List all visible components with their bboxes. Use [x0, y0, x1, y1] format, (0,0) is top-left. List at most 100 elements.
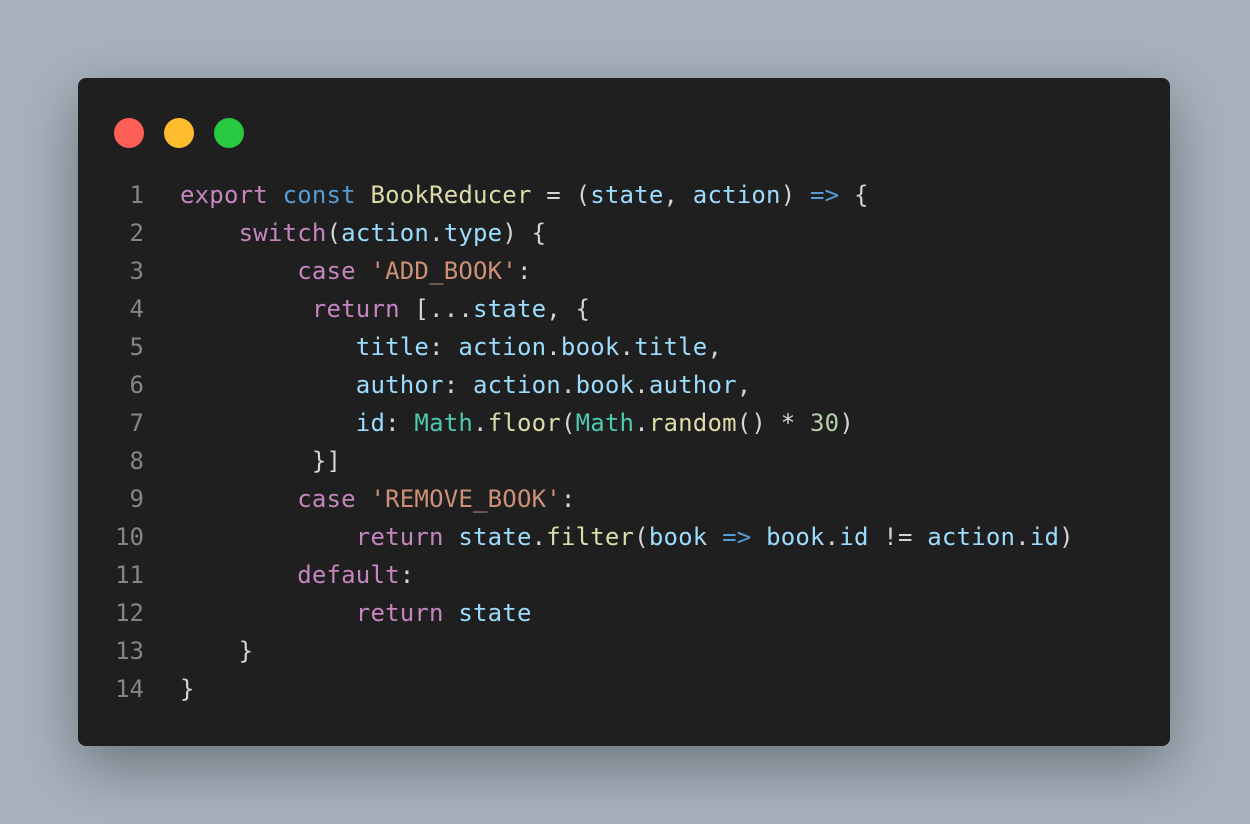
line-number: 14: [115, 675, 144, 703]
code-line: 8 }]: [78, 442, 1170, 480]
code-token: :: [443, 371, 474, 399]
code-token: book: [575, 371, 635, 399]
code-line: 13 }: [78, 632, 1170, 670]
code-token: ): [839, 409, 854, 437]
code-token: state: [458, 523, 532, 551]
minimize-icon[interactable]: [164, 118, 194, 148]
code-token: .: [546, 333, 561, 361]
code-token: author: [648, 371, 737, 399]
maximize-icon[interactable]: [214, 118, 244, 148]
code-line: 1 export const BookReducer = (state, acti…: [78, 176, 1170, 214]
code-token: title: [634, 333, 708, 361]
code-token: ): [1059, 523, 1074, 551]
line-number: 1: [129, 181, 144, 209]
code-token: case: [297, 257, 356, 285]
code-text: default:: [180, 556, 414, 594]
code-token: return: [355, 523, 444, 551]
code-token: default: [297, 561, 400, 589]
code-token: state: [458, 599, 532, 627]
code-token: (: [560, 409, 576, 437]
code-token: action: [341, 219, 430, 247]
close-icon[interactable]: [114, 118, 144, 148]
code-line: 2 switch(action.type) {: [78, 214, 1170, 252]
line-number: 9: [129, 485, 144, 513]
code-text: }]: [180, 442, 341, 480]
code-token: Math: [575, 409, 635, 437]
code-token: :: [385, 409, 415, 437]
code-text: export const BookReducer = (state, actio…: [180, 176, 869, 214]
code-token: state: [590, 181, 664, 209]
code-text: case 'ADD_BOOK':: [180, 252, 532, 290]
code-token: book: [766, 523, 825, 551]
line-number: 5: [129, 333, 144, 361]
code-token: action: [458, 333, 547, 361]
code-token: book: [560, 333, 620, 361]
code-token: .: [429, 219, 444, 247]
code-text: id: Math.floor(Math.random() * 30): [180, 404, 854, 442]
code-line: 10 return state.filter(book => book.id !…: [78, 518, 1170, 556]
code-text: case 'REMOVE_BOOK':: [180, 480, 576, 518]
code-token: switch: [238, 219, 327, 247]
code-token: type: [443, 219, 503, 247]
code-token: author: [355, 371, 444, 399]
code-text: }: [180, 670, 195, 708]
code-text: switch(action.type) {: [180, 214, 546, 252]
code-token: }: [180, 637, 254, 665]
code-token: 30: [810, 409, 840, 437]
code-block: 1 export const BookReducer = (state, acti…: [78, 176, 1170, 708]
code-token: :: [399, 561, 415, 589]
code-line: 6 author: action.book.author,: [78, 366, 1170, 404]
code-token: .: [634, 409, 649, 437]
code-token: id: [1029, 523, 1060, 551]
line-number: 4: [129, 295, 144, 323]
line-number: 12: [115, 599, 144, 627]
code-token: ,: [707, 333, 723, 361]
code-token: .: [824, 523, 840, 551]
code-token: ,: [663, 181, 693, 209]
code-token: .: [1015, 523, 1030, 551]
code-token: export: [180, 181, 268, 209]
code-token: }]: [180, 447, 342, 475]
code-token: }: [180, 675, 195, 703]
code-token: (: [634, 523, 649, 551]
code-line: 14}: [78, 670, 1170, 708]
code-token: state: [473, 295, 547, 323]
code-token: () *: [736, 409, 811, 437]
code-token: Math: [414, 409, 474, 437]
line-number: 10: [115, 523, 144, 551]
code-line: 5 title: action.book.title,: [78, 328, 1170, 366]
code-token: id: [355, 409, 386, 437]
code-token: =>: [810, 181, 840, 209]
code-token: (: [326, 219, 342, 247]
code-token: action: [473, 371, 561, 399]
code-text: }: [180, 632, 253, 670]
code-token: = (: [531, 181, 591, 209]
code-token: [...: [399, 295, 473, 323]
code-token: return: [355, 599, 444, 627]
line-number: 11: [115, 561, 144, 589]
code-token: {: [839, 181, 869, 209]
line-number: 6: [129, 371, 144, 399]
code-line: 4 return [...state, {: [78, 290, 1170, 328]
line-number: 7: [129, 409, 144, 437]
code-token: BookReducer: [370, 181, 532, 209]
code-token: :: [516, 257, 532, 285]
line-number: 13: [115, 637, 144, 665]
code-text: author: action.book.author,: [180, 366, 751, 404]
code-token: random: [648, 409, 737, 437]
code-line: 12 return state: [78, 594, 1170, 632]
code-line: 9 case 'REMOVE_BOOK':: [78, 480, 1170, 518]
code-token: 'ADD_BOOK': [370, 257, 517, 285]
